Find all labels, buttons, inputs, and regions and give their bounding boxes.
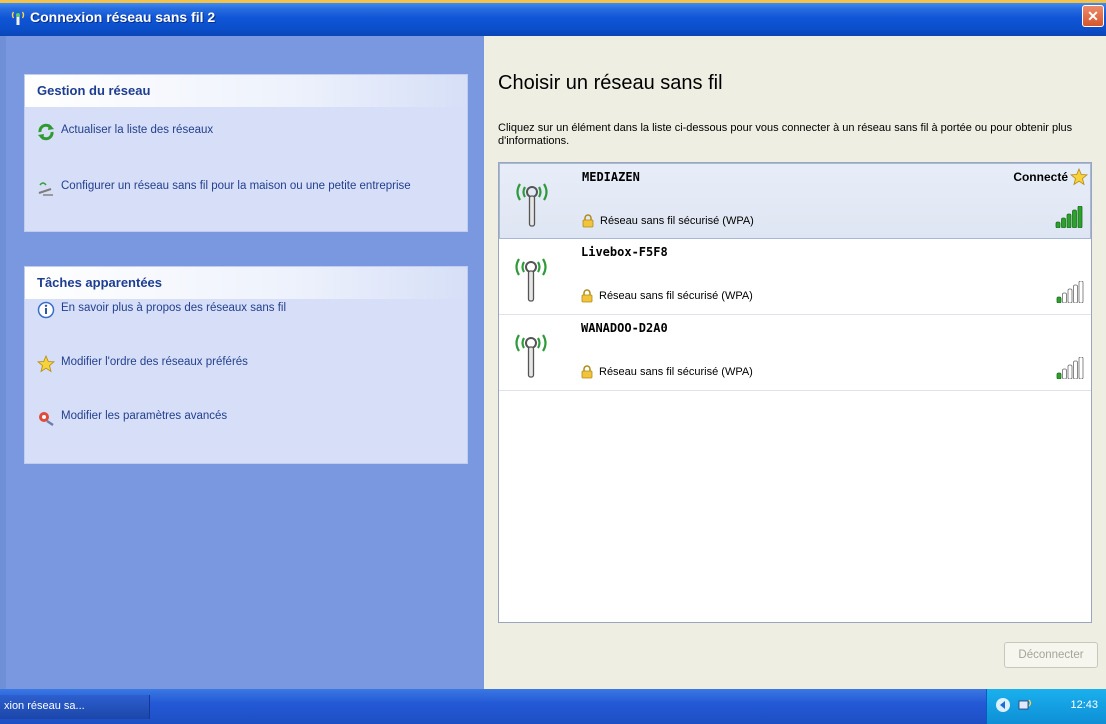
advanced-settings-label: Modifier les paramètres avancés: [61, 410, 228, 422]
change-preferred-order-label: Modifier l'ordre des réseaux préférés: [61, 356, 248, 368]
taskbar: xion réseau sa... 12:43: [0, 689, 1106, 724]
signal-bar: [1067, 364, 1073, 379]
connection-status: Connecté: [1013, 170, 1068, 184]
wizard-icon: [38, 182, 53, 196]
clock: 12:43: [1070, 699, 1098, 711]
preferred-star-icon: [1070, 168, 1088, 186]
network-security-label: Réseau sans fil sécurisé (WPA): [599, 366, 753, 378]
info-icon: [37, 301, 55, 319]
advanced-settings-link[interactable]: Modifier les paramètres avancés: [37, 409, 227, 427]
wireless-network-icon: [515, 258, 547, 302]
network-security: Réseau sans fil sécurisé (WPA): [581, 289, 753, 303]
learn-about-wireless-label: En savoir plus à propos des réseaux sans…: [61, 302, 287, 314]
setup-wireless-network-label: Configurer un réseau sans fil pour la ma…: [61, 180, 411, 192]
page-title: Choisir un réseau sans fil: [498, 72, 723, 94]
signal-bar: [1061, 217, 1066, 228]
network-row-mediazen[interactable]: MEDIAZEN Réseau sans fil sécurisé (WPA) …: [499, 163, 1091, 239]
close-button[interactable]: ✕: [1082, 5, 1104, 27]
signal-bar: [1062, 368, 1067, 379]
signal-strength-icon: [1056, 281, 1084, 303]
lock-icon: [581, 365, 593, 379]
close-icon: ✕: [1087, 7, 1099, 24]
star-icon: [37, 355, 55, 373]
change-preferred-order-link[interactable]: Modifier l'ordre des réseaux préférés: [37, 355, 248, 373]
signal-bar: [1056, 296, 1062, 303]
refresh-network-list-link[interactable]: Actualiser la liste des réseaux: [37, 123, 213, 141]
network-row-wanadoo[interactable]: WANADOO-D2A0 Réseau sans fil sécurisé (W…: [499, 315, 1091, 391]
signal-bar: [1078, 357, 1084, 379]
wireless-network-icon: [516, 183, 548, 227]
network-tasks-panel: Gestion du réseau Actualiser la liste de…: [24, 74, 468, 232]
network-security-label: Réseau sans fil sécurisé (WPA): [600, 215, 754, 227]
network-ssid: WANADOO-D2A0: [581, 321, 668, 335]
network-tray-icon[interactable]: [1017, 697, 1033, 713]
network-chooser-pane: Choisir un réseau sans fil Cliquez sur u…: [484, 36, 1106, 689]
task-pane: Gestion du réseau Actualiser la liste de…: [6, 36, 484, 689]
network-ssid: MEDIAZEN: [582, 170, 640, 184]
system-tray: 12:43: [986, 689, 1106, 724]
learn-about-wireless-link[interactable]: En savoir plus à propos des réseaux sans…: [37, 301, 286, 319]
signal-strength-icon: [1055, 206, 1083, 228]
instructions-text: Cliquez sur un élément dans la liste ci-…: [498, 122, 1073, 147]
signal-bar: [1073, 360, 1078, 379]
related-tasks-title: Tâches apparentées: [25, 267, 467, 299]
network-security: Réseau sans fil sécurisé (WPA): [581, 365, 753, 379]
signal-bar: [1072, 209, 1077, 228]
signal-bar: [1078, 281, 1084, 303]
signal-bar: [1077, 206, 1083, 228]
lock-icon: [581, 289, 593, 303]
wireless-connection-icon: [11, 11, 25, 25]
refresh-icon: [38, 123, 54, 141]
network-tasks-title: Gestion du réseau: [25, 75, 467, 107]
wireless-network-icon: [515, 334, 547, 378]
lock-icon: [582, 214, 594, 228]
network-security-label: Réseau sans fil sécurisé (WPA): [599, 290, 753, 302]
refresh-network-list-label: Actualiser la liste des réseaux: [61, 124, 214, 136]
related-tasks-panel: Tâches apparentées En savoir plus à prop…: [24, 266, 468, 464]
window-titlebar: Connexion réseau sans fil 2 ✕: [0, 0, 1106, 36]
network-ssid: Livebox-F5F8: [581, 245, 668, 259]
window-title: Connexion réseau sans fil 2: [30, 9, 216, 25]
network-list[interactable]: MEDIAZEN Réseau sans fil sécurisé (WPA) …: [498, 162, 1092, 623]
network-row-livebox[interactable]: Livebox-F5F8 Réseau sans fil sécurisé (W…: [499, 239, 1091, 315]
signal-bar: [1073, 284, 1078, 303]
signal-bar: [1055, 221, 1061, 228]
network-security: Réseau sans fil sécurisé (WPA): [582, 214, 754, 228]
signal-bar: [1067, 288, 1073, 303]
back-arrow-icon[interactable]: [995, 697, 1011, 713]
signal-bar: [1062, 292, 1067, 303]
signal-bar: [1066, 213, 1072, 228]
taskbar-window-button[interactable]: xion réseau sa...: [0, 695, 150, 719]
signal-strength-icon: [1056, 357, 1084, 379]
setup-wireless-network-link[interactable]: Configurer un réseau sans fil pour la ma…: [37, 179, 437, 197]
disconnect-button[interactable]: Déconnecter: [1004, 642, 1098, 668]
signal-bar: [1056, 372, 1062, 379]
settings-icon: [39, 412, 54, 427]
